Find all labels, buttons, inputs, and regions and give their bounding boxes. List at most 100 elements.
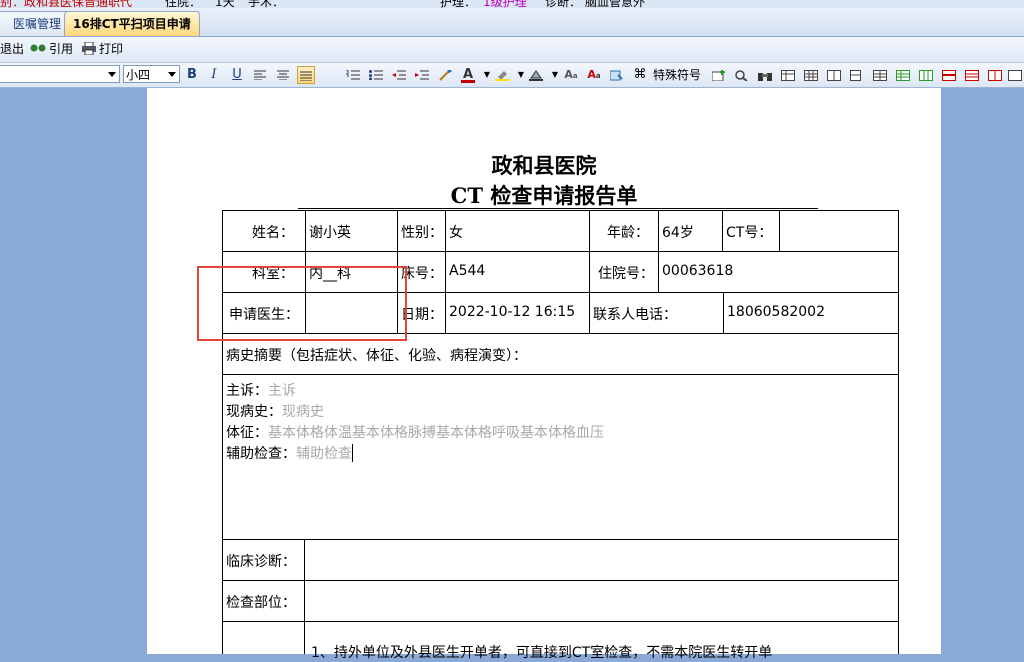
name-value[interactable]: 谢小英	[309, 222, 351, 242]
delete-row-icon[interactable]	[940, 66, 958, 84]
phone-value[interactable]: 18060582002	[727, 304, 825, 320]
bold-icon[interactable]: B	[183, 66, 201, 84]
chevron-down-icon	[168, 72, 176, 77]
table-border	[445, 210, 446, 333]
subscript-icon[interactable]: Aa	[585, 66, 603, 84]
date-value[interactable]: 2022-10-12 16:15	[449, 304, 575, 320]
bulleted-list-icon[interactable]	[367, 66, 385, 84]
table-border	[304, 539, 305, 654]
shading-icon[interactable]	[527, 66, 545, 84]
auxiliary-exam-label: 辅助检查：	[226, 446, 296, 462]
exit-label: 退出	[0, 42, 25, 56]
text-caret	[352, 444, 353, 462]
font-size-select[interactable]: 小四	[123, 65, 180, 83]
align-center-icon[interactable]	[274, 66, 292, 84]
auxiliary-exam-placeholder: 辅助检查	[296, 446, 352, 462]
table-properties-icon[interactable]	[779, 66, 797, 84]
insert-field-icon[interactable]	[710, 66, 728, 84]
ct-number-label: CT号：	[726, 225, 773, 241]
history-label: 病史摘要（包括症状、体征、化验、病程演变）：	[226, 348, 527, 364]
insert-column-icon[interactable]	[917, 66, 935, 84]
table-icon[interactable]	[871, 66, 889, 84]
superscript-icon[interactable]: Aa	[562, 66, 580, 84]
binoculars-icon[interactable]	[756, 66, 774, 84]
present-illness-label: 现病史：	[226, 404, 282, 420]
table-border	[658, 210, 659, 292]
age-value[interactable]: 64岁	[662, 222, 694, 242]
physical-sign-placeholder: 基本体格体温基本体格脉搏基本体格呼吸基本体格血压	[268, 425, 604, 441]
exam-part-label: 检查部位：	[226, 595, 296, 611]
highlight-box	[197, 266, 407, 341]
search-replace-icon[interactable]	[608, 66, 626, 84]
physical-sign-line[interactable]: 体征：基本体格体温基本体格脉搏基本体格呼吸基本体格血压	[226, 422, 604, 442]
gender-label: 性别：	[401, 225, 443, 241]
phone-label: 联系人电话：	[593, 307, 677, 323]
tab-label: 医嘱管理	[13, 17, 62, 31]
table-border	[222, 210, 899, 211]
title-underline	[298, 208, 818, 209]
auxiliary-exam-line[interactable]: 辅助检查：辅助检查	[226, 443, 353, 463]
inpatient-value[interactable]: 00063618	[662, 263, 733, 279]
present-illness-line[interactable]: 现病史：现病史	[226, 401, 324, 421]
print-label: 打印	[99, 42, 124, 56]
document-page[interactable]: 政和县医院 CT 检查申请报告单 姓名： 谢小英 性别： 女 年龄： 64岁 C…	[147, 88, 941, 661]
date-label: 日期：	[401, 307, 443, 323]
indent-icon[interactable]	[413, 66, 431, 84]
cite-button[interactable]: 引用	[30, 41, 73, 58]
hospital-name: 政和县医院	[491, 153, 597, 178]
table-border	[722, 210, 723, 251]
outdent-icon[interactable]	[390, 66, 408, 84]
chief-complaint-line[interactable]: 主诉：主诉	[226, 380, 296, 400]
numbered-list-icon[interactable]	[344, 66, 362, 84]
exit-button[interactable]: 退出	[0, 41, 24, 58]
gender-value[interactable]: 女	[449, 222, 463, 242]
merge-cell-icon[interactable]	[1006, 66, 1024, 84]
table-border	[222, 580, 899, 581]
print-button[interactable]: 打印	[82, 41, 123, 58]
name-label: 姓名：	[252, 225, 294, 241]
tab-label: 16排CT平扫项目申请	[73, 17, 191, 31]
table-border	[898, 210, 899, 654]
table-border	[222, 251, 899, 252]
tab-bar: 医嘱管理 16排CT平扫项目申请	[0, 8, 1024, 37]
cite-icon	[30, 42, 46, 55]
find-icon[interactable]	[733, 66, 751, 84]
table-border	[222, 539, 899, 540]
highlight-icon[interactable]	[493, 66, 511, 84]
inpatient-label: 住院号：	[598, 266, 654, 282]
table-icon[interactable]	[802, 66, 820, 84]
insert-row-icon[interactable]	[894, 66, 912, 84]
brush-icon[interactable]	[436, 66, 454, 84]
chief-complaint-placeholder: 主诉	[268, 383, 296, 399]
table-border	[222, 621, 899, 622]
table-icon[interactable]	[825, 66, 843, 84]
chief-complaint-label: 主诉：	[226, 383, 268, 399]
underline-icon[interactable]: U	[228, 66, 246, 84]
present-illness-placeholder: 现病史	[282, 404, 324, 420]
font-color-icon[interactable]: A	[459, 66, 477, 84]
tab-ct-request[interactable]: 16排CT平扫项目申请	[64, 11, 200, 36]
special-symbol-button[interactable]: 特殊符号	[653, 67, 701, 84]
note-text: 1、持外单位及外县医生开单者，可直接到CT室检查，不需本院医生转开单	[311, 645, 773, 661]
bed-value[interactable]: A544	[449, 263, 485, 279]
font-name-select[interactable]	[0, 65, 120, 83]
delete-column-icon[interactable]	[963, 66, 981, 84]
table-icon[interactable]	[848, 66, 866, 84]
italic-icon[interactable]: I	[205, 66, 223, 84]
age-label: 年龄：	[607, 225, 649, 241]
table-border	[222, 374, 899, 375]
diagnosis-label: 临床诊断：	[226, 554, 296, 570]
font-size-value: 小四	[126, 68, 151, 82]
printer-icon	[82, 41, 96, 56]
align-justify-icon[interactable]	[297, 66, 315, 84]
form-title: CT 检查申请报告单	[450, 183, 638, 208]
tab-order-management[interactable]: 医嘱管理	[0, 11, 71, 36]
split-cell-icon[interactable]	[986, 66, 1004, 84]
cite-label: 引用	[49, 42, 74, 56]
table-border	[779, 210, 780, 251]
bed-label: 床号：	[401, 266, 443, 282]
table-border	[589, 210, 590, 333]
align-left-icon[interactable]	[251, 66, 269, 84]
main-toolbar: 退出 引用 打印	[0, 37, 1024, 63]
special-symbol-icon[interactable]: ⌘	[631, 66, 649, 84]
